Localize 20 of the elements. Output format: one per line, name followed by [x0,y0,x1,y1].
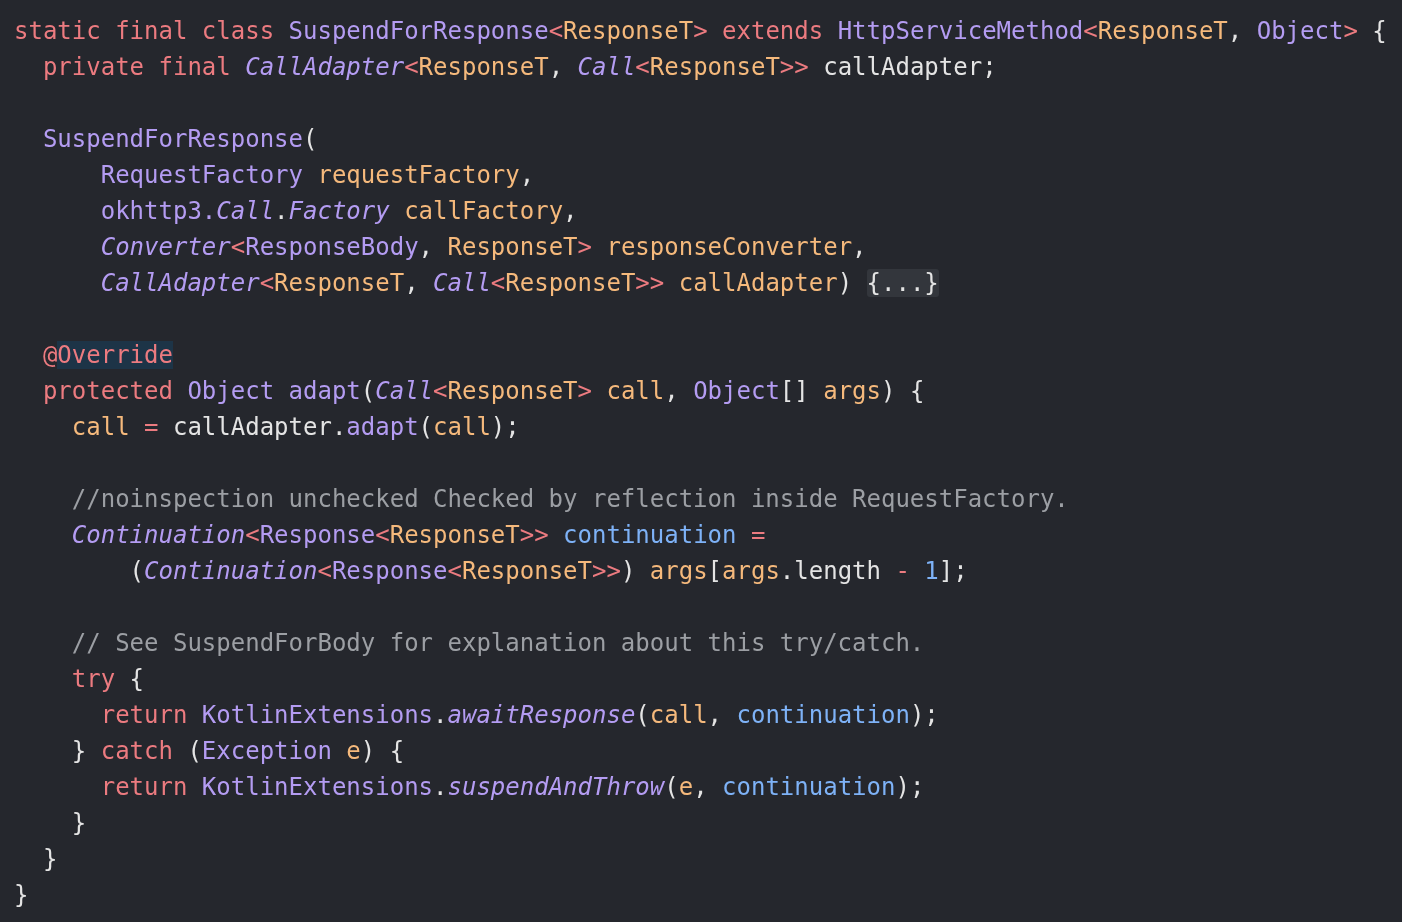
code-line: protected Object adapt(Call<ResponseT> call, Object[] args) { [41,376,925,407]
code-line: try { [70,664,145,695]
code-line: static final class SuspendForResponse<ResponseT> extends HttpServiceMethod<ResponseT, Object> { [14,16,1387,47]
code-line: private final CallAdapter<ResponseT, Call<ResponseT>> callAdapter; [41,52,997,83]
code-line: } [41,844,58,875]
code-line: Continuation<Response<ResponseT>> continuation = [70,520,766,551]
code-line: } [70,808,87,839]
code-line: // See SuspendForBody for explanation about this try/catch. [70,628,925,659]
code-line: (Continuation<Response<ResponseT>>) args[args.length - 1]; [128,556,968,587]
code-line: } catch (Exception e) { [70,736,405,767]
code-line: CallAdapter<ResponseT, Call<ResponseT>> callAdapter) {...} [99,268,939,299]
code-line: Converter<ResponseBody, ResponseT> responseConverter, [99,232,867,263]
code-line: SuspendForResponse( [41,124,318,155]
code-line: RequestFactory requestFactory, [99,160,535,191]
code-line: return KotlinExtensions.suspendAndThrow(e, continuation); [99,772,925,803]
code-line: //noinspection unchecked Checked by reflection inside RequestFactory. [70,484,1069,515]
code-line: okhttp3.Call.Factory callFactory, [99,196,578,227]
code-line: } [14,880,29,911]
code-line: call = callAdapter.adapt(call); [70,412,520,443]
code-line: return KotlinExtensions.awaitResponse(call, continuation); [99,700,939,731]
